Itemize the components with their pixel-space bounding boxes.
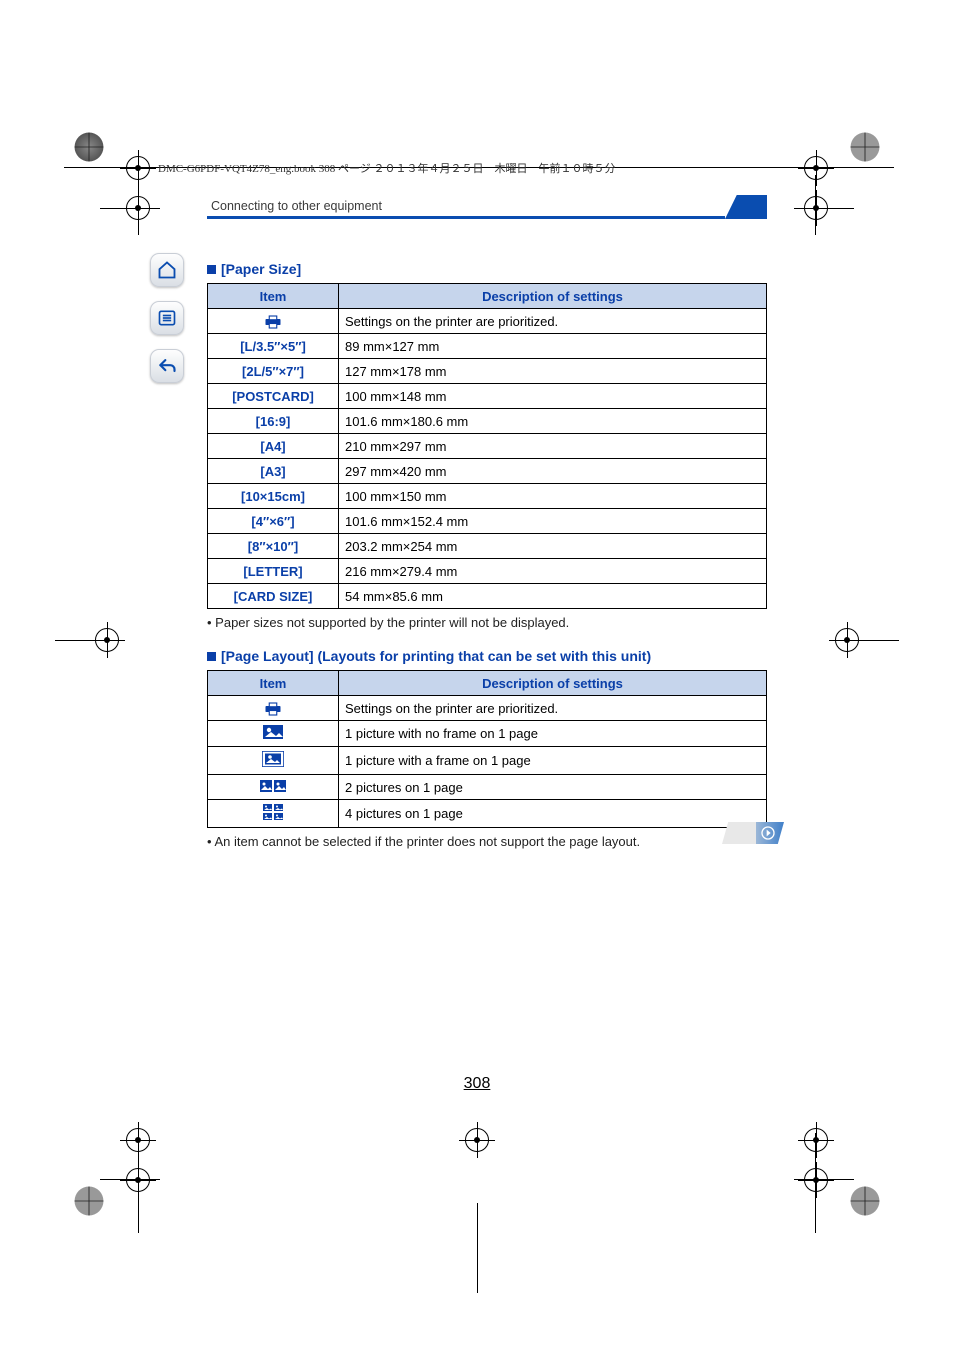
bullet-square-icon [207, 652, 216, 661]
layout-four-icon [208, 800, 339, 828]
table-row: [10×15cm]100 mm×150 mm [208, 484, 767, 509]
table-row: 1 picture with a frame on 1 page [208, 747, 767, 775]
contents-icon[interactable] [150, 301, 184, 335]
registration-rule [477, 1203, 478, 1293]
page-layout-heading: [Page Layout] (Layouts for printing that… [207, 648, 767, 664]
registration-cross-icon [798, 1122, 834, 1158]
breadcrumb-tail [725, 195, 767, 219]
printer-default-icon [208, 309, 339, 334]
table-row: Settings on the printer are prioritized. [208, 309, 767, 334]
side-nav [150, 253, 184, 383]
corner-mark-icon [72, 130, 106, 164]
registration-rule [100, 208, 160, 209]
table-row: 2 pictures on 1 page [208, 775, 767, 800]
page-layout-table: Item Description of settings Settings on… [207, 670, 767, 828]
registration-rule [794, 1179, 854, 1180]
table-row: [2L/5″×7″]127 mm×178 mm [208, 359, 767, 384]
table-row: Settings on the printer are prioritized. [208, 696, 767, 721]
paper-size-heading: [Paper Size] [207, 261, 767, 277]
registration-rule [100, 1179, 160, 1180]
table-row: [4″×6″]101.6 mm×152.4 mm [208, 509, 767, 534]
corner-mark-icon [72, 1184, 106, 1218]
table-row: [A3]297 mm×420 mm [208, 459, 767, 484]
table-row: [8″×10″]203.2 mm×254 mm [208, 534, 767, 559]
paper-size-note: • Paper sizes not supported by the print… [207, 615, 767, 630]
bullet-square-icon [207, 265, 216, 274]
corner-mark-icon [848, 130, 882, 164]
table-row: [16:9]101.6 mm×180.6 mm [208, 409, 767, 434]
col-item: Item [208, 284, 339, 309]
page-number: 308 [0, 1075, 954, 1093]
table-row: [CARD SIZE]54 mm×85.6 mm [208, 584, 767, 609]
back-icon[interactable] [150, 349, 184, 383]
registration-rule [138, 1133, 139, 1233]
table-row: 4 pictures on 1 page [208, 800, 767, 828]
breadcrumb-label: Connecting to other equipment [207, 195, 725, 219]
page-layout-note: • An item cannot be selected if the prin… [207, 834, 767, 849]
layout-two-icon [208, 775, 339, 800]
table-row: [A4]210 mm×297 mm [208, 434, 767, 459]
col-desc: Description of settings [339, 671, 767, 696]
table-row: [POSTCARD]100 mm×148 mm [208, 384, 767, 409]
table-row: 1 picture with no frame on 1 page [208, 721, 767, 747]
layout-noframe-icon [208, 721, 339, 747]
printer-default-icon [208, 696, 339, 721]
breadcrumb: Connecting to other equipment [207, 195, 767, 219]
running-header: DMC-G6PDF-VQT4Z78_eng.book 308 ページ ２０１３年… [158, 160, 616, 176]
registration-rule [794, 208, 854, 209]
home-icon[interactable] [150, 253, 184, 287]
layout-frame-icon [208, 747, 339, 775]
table-row: [LETTER]216 mm×279.4 mm [208, 559, 767, 584]
col-desc: Description of settings [339, 284, 767, 309]
registration-cross-icon [798, 1162, 834, 1198]
col-item: Item [208, 671, 339, 696]
paper-size-table: Item Description of settings Settings on… [207, 283, 767, 609]
registration-rule [815, 175, 816, 235]
registration-rule [138, 175, 139, 235]
registration-cross-icon [459, 1122, 495, 1158]
next-page-button[interactable] [722, 822, 784, 844]
registration-rule [55, 640, 125, 641]
registration-rule [829, 640, 899, 641]
registration-rule [815, 1133, 816, 1233]
corner-mark-icon [848, 1184, 882, 1218]
registration-cross-icon [798, 150, 834, 186]
table-row: [L/3.5″×5″]89 mm×127 mm [208, 334, 767, 359]
